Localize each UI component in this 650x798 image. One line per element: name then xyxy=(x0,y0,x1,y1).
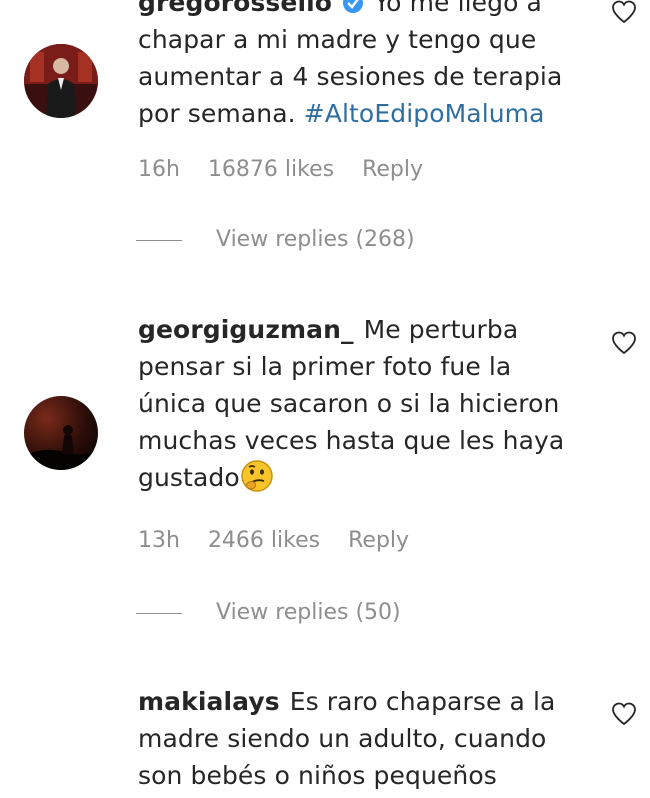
verified-badge-icon xyxy=(342,0,374,17)
view-replies-label: View replies (50) xyxy=(216,600,401,625)
divider xyxy=(136,612,182,614)
comment-text: georgiguzman_ Me perturba pensar si la pr… xyxy=(138,311,588,496)
reply-button[interactable]: Reply xyxy=(362,157,423,182)
view-replies-button[interactable]: View replies (50) xyxy=(136,600,401,625)
comment-line: Me perturba xyxy=(363,315,519,344)
comment-line: Es raro chaparse a la xyxy=(289,687,556,716)
comment-time: 13h xyxy=(138,528,180,553)
comment-meta: 16h 16876 likes Reply xyxy=(138,157,451,182)
heart-outline-icon[interactable] xyxy=(611,331,637,355)
hashtag-link[interactable]: #AltoEdipoMaluma xyxy=(304,99,545,128)
comment-line: chapar a mi madre y tengo que xyxy=(138,25,537,54)
view-replies-button[interactable]: View replies (268) xyxy=(136,227,415,252)
comment-line: son bebés o niños pequeños xyxy=(138,761,497,790)
comment-line: muchas veces hasta que les haya xyxy=(138,426,565,455)
heart-outline-icon[interactable] xyxy=(611,0,637,24)
comment-line: pensar si la primer foto fue la xyxy=(138,352,512,381)
comment-likes[interactable]: 16876 likes xyxy=(208,157,334,182)
comment-text: gregorossello Yo me llegó a chapar a mi m… xyxy=(138,0,588,132)
reply-button[interactable]: Reply xyxy=(348,528,409,553)
comment-username[interactable]: makialays xyxy=(138,687,280,716)
comment-line: por semana. xyxy=(138,99,296,128)
comment-likes[interactable]: 2466 likes xyxy=(208,528,320,553)
avatar[interactable] xyxy=(24,396,98,470)
view-replies-label: View replies (268) xyxy=(216,227,415,252)
heart-outline-icon[interactable] xyxy=(611,702,637,726)
thinking-face-icon xyxy=(240,459,274,493)
comment-line: Yo me llegó a xyxy=(374,0,542,17)
divider xyxy=(136,239,182,241)
comment-meta: 13h 2466 likes Reply xyxy=(138,528,437,553)
avatar[interactable] xyxy=(24,44,98,118)
comment-username[interactable]: georgiguzman_ xyxy=(138,315,354,344)
comment-line: madre siendo un adulto, cuando xyxy=(138,724,547,753)
comment-text: makialays Es raro chaparse a la madre sie… xyxy=(138,683,588,794)
comment-username[interactable]: gregorossello xyxy=(138,0,332,17)
comment-line: aumentar a 4 sesiones de terapia xyxy=(138,62,563,91)
comment-line: única que sacaron o si la hicieron xyxy=(138,389,560,418)
comment-line: gustado xyxy=(138,463,240,492)
comment-time: 16h xyxy=(138,157,180,182)
